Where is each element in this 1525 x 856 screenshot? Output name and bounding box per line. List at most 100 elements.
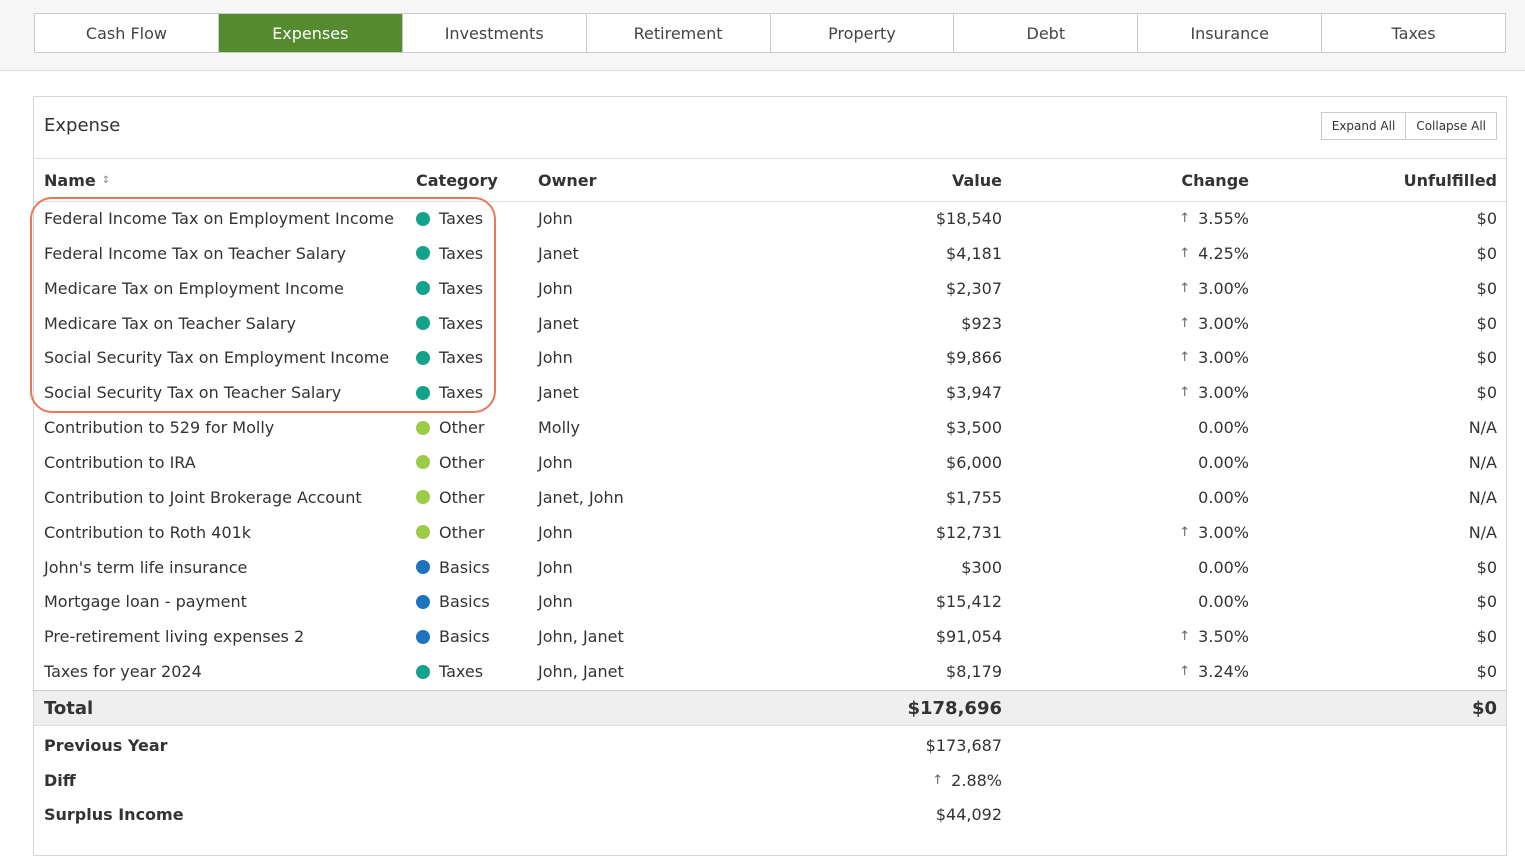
expense-category: Taxes [416,271,483,306]
expense-owner: John [538,452,573,472]
tab-investments[interactable]: Investments [401,14,586,52]
expense-name[interactable]: Federal Income Tax on Employment Income [44,201,394,236]
change-value: 3.24% [1198,662,1249,682]
expense-value: $8,179 [946,662,1002,682]
tab-retirement[interactable]: Retirement [585,14,770,52]
summary-value: ↑ 2.88% [932,763,1002,798]
category-dot-icon [416,385,430,400]
sort-icon[interactable]: ↕ [102,175,110,186]
column-header-name[interactable]: Name ↕ [44,159,110,201]
category-dot-icon [416,281,430,296]
expense-unfulfilled: N/A [1468,522,1497,542]
column-header-category[interactable]: Category [416,159,498,201]
summary-label: Diff [44,770,76,790]
table-row[interactable]: Contribution to IRA Other John $6,000 0.00% N… [34,445,1506,480]
category-label: Taxes [439,243,484,263]
expense-name[interactable]: Federal Income Tax on Teacher Salary [44,236,346,271]
expense-name[interactable]: Taxes for year 2024 [44,654,202,689]
expense-category: Taxes [416,375,483,410]
summary-value-text: $44,092 [935,805,1002,825]
expand-all-button[interactable]: Expand All [1321,113,1406,139]
expense-owner: Janet [538,243,579,263]
expense-name[interactable]: Social Security Tax on Teacher Salary [44,375,341,410]
expense-name[interactable]: Contribution to IRA [44,445,196,480]
expense-panel: Expense Expand All Collapse All Name ↕ C… [33,96,1507,856]
expense-category: Other [416,515,484,550]
expense-name[interactable]: Mortgage loan - payment [44,584,247,619]
column-header-value[interactable]: Value [952,159,1002,201]
tab-property[interactable]: Property [769,14,954,52]
table-row[interactable]: Contribution to 529 for Molly Other Molly $… [34,410,1506,445]
expense-value: $1,755 [946,487,1002,507]
arrow-up-icon: ↑ [1179,629,1191,645]
table-row[interactable]: Social Security Tax on Employment Income… [34,340,1506,375]
table-row[interactable]: Contribution to Roth 401k Other John $12,73… [34,515,1506,550]
table-row[interactable]: John's term life insurance Basics John $300… [34,550,1506,585]
expand-collapse-group: Expand All Collapse All [1320,112,1497,140]
arrow-up-icon: ↑ [1179,280,1191,296]
tab-debt[interactable]: Debt [953,14,1137,52]
section-tabs: Cash Flow Expenses Investments Retirement Pr… [34,13,1506,53]
category-dot-icon [416,420,430,435]
category-dot-icon [416,455,430,470]
expense-category: Basics [416,619,490,654]
expense-value: $9,866 [946,348,1002,368]
expense-value: $91,054 [935,627,1002,647]
expense-unfulfilled: $0 [1476,662,1497,682]
tab-expenses[interactable]: Expenses [217,14,402,52]
expense-unfulfilled: $0 [1476,313,1497,333]
expense-owner: John [538,592,573,612]
table-row[interactable]: Mortgage loan - payment Basics John $15,412… [34,584,1506,619]
table-row[interactable]: Taxes for year 2024 Taxes John, Janet $8,17… [34,654,1506,689]
summary-value: $173,687 [926,728,1002,763]
tab-taxes[interactable]: Taxes [1321,14,1505,52]
table-row[interactable]: Medicare Tax on Teacher Salary Taxes Janet… [34,306,1506,341]
expense-name[interactable]: Contribution to 529 for Molly [44,410,274,445]
category-label: Taxes [439,348,484,368]
table-row[interactable]: Medicare Tax on Employment Income Taxes Jo… [34,271,1506,306]
expense-name[interactable]: Social Security Tax on Employment Income [44,340,389,375]
column-header-unfulfilled[interactable]: Unfulfilled [1404,159,1497,201]
summary-value: $44,092 [936,797,1002,832]
total-label: Total [44,697,94,719]
expense-name[interactable]: Contribution to Roth 401k [44,515,251,550]
expense-unfulfilled: $0 [1476,627,1497,647]
expense-unfulfilled: $0 [1476,209,1497,228]
category-dot-icon [416,629,430,644]
column-header-owner[interactable]: Owner [538,159,597,201]
tab-cash-flow[interactable]: Cash Flow [35,14,218,52]
category-dot-icon [416,525,430,540]
arrow-up-icon: ↑ [1179,211,1191,226]
expense-name[interactable]: Medicare Tax on Teacher Salary [44,306,296,341]
column-header-name-label: Name [44,170,96,190]
table-row[interactable]: Federal Income Tax on Employment Income T… [34,201,1506,236]
collapse-all-button[interactable]: Collapse All [1405,113,1496,139]
total-unfulfilled: $0 [1471,697,1497,719]
table-row[interactable]: Federal Income Tax on Teacher Salary Taxe… [34,236,1506,271]
table-row[interactable]: Contribution to Joint Brokerage Account O… [34,480,1506,515]
expense-change: ↑ 3.00% [1179,340,1249,375]
category-dot-icon [416,664,430,679]
expense-value: $3,947 [946,383,1002,403]
change-value: 4.25% [1198,243,1249,263]
expense-owner: John [538,209,573,228]
expense-owner: Janet, John [538,487,624,507]
expense-value: $12,731 [935,522,1002,542]
table-row[interactable]: Pre-retirement living expenses 2 Basics Jo… [34,619,1506,654]
category-label: Other [439,418,485,438]
expense-category: Taxes [416,236,483,271]
arrow-up-icon: ↑ [1179,245,1191,261]
expense-change: ↑ 3.24% [1179,654,1249,689]
expense-name[interactable]: Contribution to Joint Brokerage Account [44,480,362,515]
expense-unfulfilled: $0 [1476,278,1497,298]
expense-change: 0.00% [1198,410,1249,445]
expense-name[interactable]: Pre-retirement living expenses 2 [44,619,304,654]
expense-unfulfilled: N/A [1468,452,1497,472]
change-value: 3.00% [1198,278,1249,298]
tab-insurance[interactable]: Insurance [1137,14,1321,52]
column-header-change[interactable]: Change [1181,159,1249,201]
expense-name[interactable]: Medicare Tax on Employment Income [44,271,344,306]
expense-name[interactable]: John's term life insurance [44,550,247,585]
table-row[interactable]: Social Security Tax on Teacher Salary Tax… [34,375,1506,410]
change-value: 3.55% [1198,209,1249,228]
